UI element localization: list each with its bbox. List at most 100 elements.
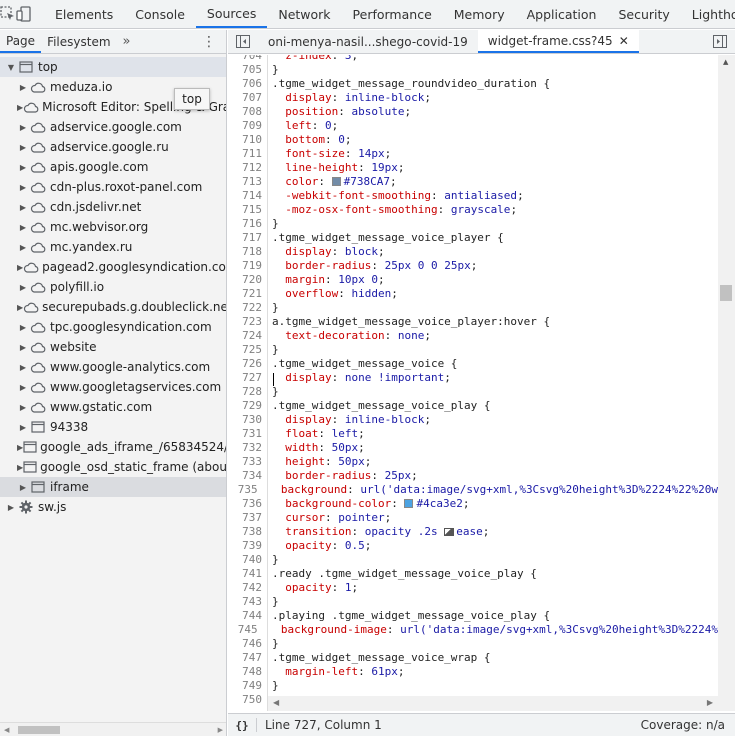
line-number[interactable]: 718 xyxy=(228,245,266,259)
editor-vertical-scrollbar[interactable]: ▲ xyxy=(718,55,735,711)
line-number[interactable]: 745 xyxy=(228,623,262,637)
code-text[interactable]: display: none !important; xyxy=(266,371,451,385)
line-number[interactable]: 728 xyxy=(228,385,266,399)
line-number[interactable]: 739 xyxy=(228,539,266,553)
code-text[interactable]: bottom: 0; xyxy=(266,133,351,147)
tree-item[interactable]: ▶ google_osd_static_frame (about:b xyxy=(0,457,226,477)
tab-elements[interactable]: Elements xyxy=(44,0,124,28)
tree-item[interactable]: ▶ adservice.google.ru xyxy=(0,137,226,157)
code-text[interactable]: display: block; xyxy=(266,245,384,259)
tab-sources[interactable]: Sources xyxy=(195,0,268,28)
line-number[interactable]: 733 xyxy=(228,455,266,469)
tab-lighthouse[interactable]: Lighthouse xyxy=(681,0,735,28)
code-text[interactable]: display: inline-block; xyxy=(266,91,431,105)
code-text[interactable]: float: left; xyxy=(266,427,365,441)
line-number[interactable]: 744 xyxy=(228,609,266,623)
code-text[interactable]: transition: opacity .2s ease; xyxy=(266,525,489,539)
tree-item[interactable]: ▶ google_ads_iframe_/65834524/Ri xyxy=(0,437,226,457)
editor-tab-js[interactable]: oni-menya-nasil...shego-covid-19 xyxy=(258,30,478,53)
tab-page[interactable]: Page xyxy=(0,30,42,53)
expanded-triangle-icon[interactable]: ▼ xyxy=(5,63,17,72)
collapsed-triangle-icon[interactable]: ▶ xyxy=(17,323,29,332)
collapsed-triangle-icon[interactable]: ▶ xyxy=(17,403,29,412)
line-number[interactable]: 722 xyxy=(228,301,266,315)
tree-item[interactable]: ▶ website xyxy=(0,337,226,357)
code-text[interactable]: } xyxy=(266,301,279,315)
close-tab-icon[interactable]: ✕ xyxy=(619,34,629,48)
scrollbar-thumb[interactable] xyxy=(720,285,732,301)
color-swatch[interactable] xyxy=(404,499,414,508)
code-text[interactable]: overflow: hidden; xyxy=(266,287,398,301)
collapsed-triangle-icon[interactable]: ▶ xyxy=(5,503,17,512)
line-number[interactable]: 749 xyxy=(228,679,266,693)
code-text[interactable]: display: inline-block; xyxy=(266,413,431,427)
collapsed-triangle-icon[interactable]: ▶ xyxy=(17,223,29,232)
easing-swatch[interactable] xyxy=(444,528,455,536)
tree-item[interactable]: ▶ www.googletagservices.com xyxy=(0,377,226,397)
line-number[interactable]: 748 xyxy=(228,665,266,679)
line-number[interactable]: 711 xyxy=(228,147,266,161)
line-number[interactable]: 707 xyxy=(228,91,266,105)
line-number[interactable]: 724 xyxy=(228,329,266,343)
code-text[interactable]: margin: 10px 0; xyxy=(266,273,384,287)
scroll-left-icon[interactable]: ◀ xyxy=(4,726,9,734)
tree-item[interactable]: ▶ mc.yandex.ru xyxy=(0,237,226,257)
line-number[interactable]: 734 xyxy=(228,469,266,483)
collapsed-triangle-icon[interactable]: ▶ xyxy=(17,383,29,392)
tab-application[interactable]: Application xyxy=(516,0,608,28)
code-text[interactable]: .playing .tgme_widget_message_voice_play… xyxy=(266,609,550,623)
tab-network[interactable]: Network xyxy=(267,0,341,28)
line-number[interactable]: 737 xyxy=(228,511,266,525)
line-number[interactable]: 742 xyxy=(228,581,266,595)
line-number[interactable]: 750 xyxy=(228,693,266,707)
line-number[interactable]: 740 xyxy=(228,553,266,567)
tab-security[interactable]: Security xyxy=(607,0,680,28)
collapsed-triangle-icon[interactable]: ▶ xyxy=(17,243,29,252)
line-number[interactable]: 746 xyxy=(228,637,266,651)
collapsed-triangle-icon[interactable]: ▶ xyxy=(17,483,29,492)
line-number[interactable]: 735 xyxy=(228,483,262,497)
code-editor[interactable]: 704 z-index: 3; 705} 706 .tgme_widget_messa… xyxy=(228,55,735,711)
device-toolbar-icon[interactable] xyxy=(16,0,32,28)
line-number[interactable]: 704 xyxy=(228,55,266,63)
line-number[interactable]: 712 xyxy=(228,161,266,175)
code-text[interactable]: .tgme_widget_message_voice_play { xyxy=(266,399,491,413)
code-text[interactable]: } xyxy=(266,385,279,399)
tab-filesystem[interactable]: Filesystem xyxy=(41,30,116,53)
toggle-debugger-icon[interactable] xyxy=(705,30,735,53)
line-number[interactable]: 730 xyxy=(228,413,266,427)
tree-item[interactable]: ▶ pagead2.googlesyndication.com xyxy=(0,257,226,277)
line-number[interactable]: 714 xyxy=(228,189,266,203)
line-number[interactable]: 731 xyxy=(228,427,266,441)
tree-item[interactable]: ▶ apis.google.com xyxy=(0,157,226,177)
line-number[interactable]: 726 xyxy=(228,357,266,371)
tab-memory[interactable]: Memory xyxy=(443,0,516,28)
code-text[interactable]: } xyxy=(266,637,279,651)
line-number[interactable]: 743 xyxy=(228,595,266,609)
code-text[interactable]: } xyxy=(266,553,279,567)
line-number[interactable]: 741 xyxy=(228,567,266,581)
collapsed-triangle-icon[interactable]: ▶ xyxy=(17,203,29,212)
scroll-right-icon[interactable]: ▶ xyxy=(218,726,223,734)
tab-console[interactable]: Console xyxy=(124,0,196,28)
code-text[interactable]: line-height: 19px; xyxy=(266,161,404,175)
tree-item[interactable]: ▶ mc.webvisor.org xyxy=(0,217,226,237)
line-number[interactable]: 727 xyxy=(228,371,266,385)
more-tabs-icon[interactable]: » xyxy=(117,30,137,53)
code-text[interactable]: } xyxy=(266,217,279,231)
tree-item[interactable]: ▶ polyfill.io xyxy=(0,277,226,297)
tree-item[interactable]: ▶ www.google-analytics.com xyxy=(0,357,226,377)
code-text[interactable]: left: 0; xyxy=(266,119,338,133)
line-number[interactable]: 708 xyxy=(228,105,266,119)
code-text[interactable]: -webkit-font-smoothing: antialiased; xyxy=(266,189,523,203)
collapsed-triangle-icon[interactable]: ▶ xyxy=(17,123,29,132)
tree-item[interactable]: ▼ top xyxy=(0,57,226,77)
code-text[interactable]: .tgme_widget_message_voice_wrap { xyxy=(266,651,491,665)
collapsed-triangle-icon[interactable]: ▶ xyxy=(17,363,29,372)
line-number[interactable]: 715 xyxy=(228,203,266,217)
code-text[interactable]: } xyxy=(266,63,279,77)
tree-item[interactable]: ▶ sw.js xyxy=(0,497,226,517)
code-text[interactable]: -moz-osx-font-smoothing: grayscale; xyxy=(266,203,517,217)
tree-item[interactable]: ▶ securepubads.g.doubleclick.net xyxy=(0,297,226,317)
line-number[interactable]: 706 xyxy=(228,77,266,91)
